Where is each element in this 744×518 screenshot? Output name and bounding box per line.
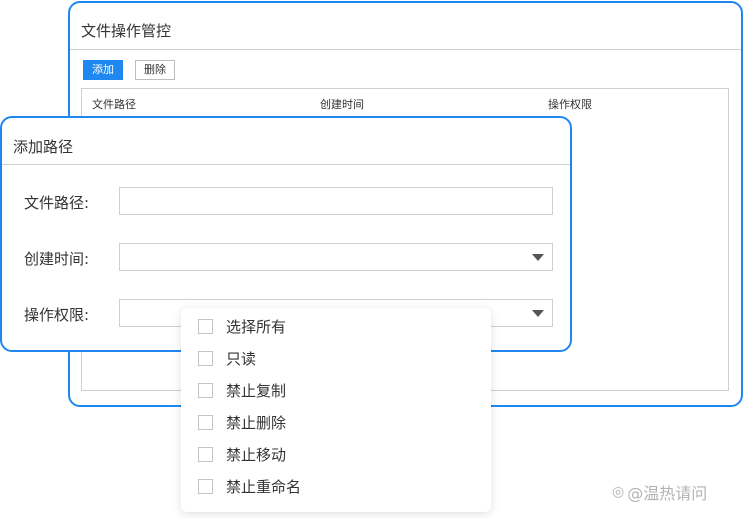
checkbox[interactable] — [198, 350, 213, 366]
option-no-move[interactable]: 禁止移动 — [198, 444, 286, 464]
option-label: 禁止复制 — [226, 381, 287, 400]
column-header-file-path: 文件路径 — [92, 98, 136, 111]
permission-dropdown: 选择所有 只读 禁止复制 禁止删除 禁止移动 禁止重命名 — [181, 308, 491, 512]
watermark-text: @温热请问 — [627, 484, 708, 503]
option-no-delete[interactable]: 禁止删除 — [198, 412, 286, 432]
delete-button[interactable]: 删除 — [135, 60, 175, 80]
file-path-input[interactable] — [119, 187, 553, 215]
option-label: 禁止删除 — [226, 413, 287, 432]
chevron-down-icon — [532, 254, 544, 261]
weibo-icon: ◎ — [612, 484, 625, 500]
option-no-rename[interactable]: 禁止重命名 — [198, 476, 301, 496]
panel-title: 文件操作管控 — [81, 22, 172, 40]
checkbox[interactable] — [198, 318, 213, 334]
add-button[interactable]: 添加 — [83, 60, 123, 80]
option-label: 禁止移动 — [226, 445, 287, 464]
permission-label: 操作权限: — [24, 306, 90, 324]
checkbox[interactable] — [198, 414, 213, 430]
chevron-down-icon — [532, 310, 544, 317]
option-label: 禁止重命名 — [226, 477, 302, 496]
panel-title-divider — [70, 49, 741, 50]
option-no-copy[interactable]: 禁止复制 — [198, 380, 286, 400]
checkbox[interactable] — [198, 382, 213, 398]
column-header-permission: 操作权限 — [548, 98, 592, 111]
watermark: ◎ @温热请问 — [612, 480, 707, 504]
checkbox[interactable] — [198, 446, 213, 462]
created-time-select[interactable] — [119, 243, 553, 271]
checkbox[interactable] — [198, 478, 213, 494]
option-select-all[interactable]: 选择所有 — [198, 316, 286, 336]
created-time-label: 创建时间: — [24, 250, 90, 268]
dialog-title: 添加路径 — [13, 138, 74, 156]
option-label: 只读 — [226, 349, 257, 368]
option-read-only[interactable]: 只读 — [198, 348, 256, 368]
dialog-title-divider — [2, 164, 570, 165]
column-header-created-time: 创建时间 — [320, 98, 364, 111]
file-path-label: 文件路径: — [24, 194, 90, 212]
option-label: 选择所有 — [226, 317, 287, 336]
